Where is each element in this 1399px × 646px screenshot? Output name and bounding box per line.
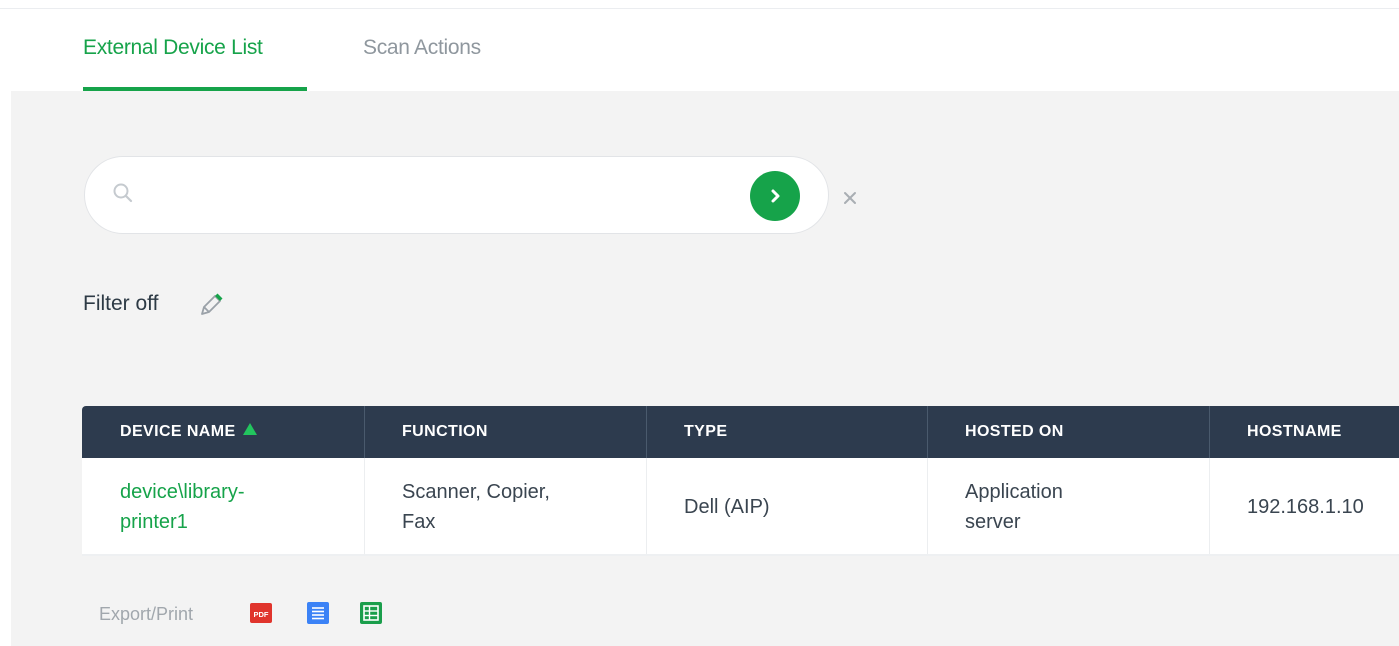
tab-external-device-list[interactable]: External Device List (83, 36, 263, 60)
csv-icon[interactable] (307, 602, 329, 624)
spreadsheet-icon[interactable] (360, 602, 382, 624)
search-icon (111, 181, 135, 205)
device-link[interactable]: device\library- (120, 477, 244, 507)
top-divider (0, 8, 1399, 9)
cell-hostname: 192.168.1.10 (1247, 496, 1364, 518)
search-submit-button[interactable] (750, 171, 800, 221)
table-header: DEVICE NAME FUNCTION TYPE HOSTED ON HOST… (82, 406, 1399, 458)
column-header-type[interactable]: TYPE (646, 406, 727, 458)
cell-hosted-on: Application server (965, 481, 1063, 533)
table-row[interactable]: device\library- printer1 Scanner, Copier… (82, 458, 1399, 556)
clear-search-icon[interactable] (843, 191, 857, 205)
cell-type: Dell (AIP) (684, 496, 770, 518)
pdf-icon[interactable]: PDF (250, 602, 272, 624)
pencil-icon[interactable] (196, 290, 226, 320)
sort-ascending-icon (242, 406, 258, 458)
device-table: DEVICE NAME FUNCTION TYPE HOSTED ON HOST… (82, 406, 1399, 556)
column-header-hostname[interactable]: HOSTNAME (1209, 406, 1342, 458)
cell-device-name: device\library- printer1 (82, 458, 364, 556)
pdf-icon-text: PDF (254, 610, 269, 619)
export-print-label: Export/Print (99, 604, 194, 624)
column-header-function[interactable]: FUNCTION (364, 406, 488, 458)
device-link[interactable]: printer1 (120, 507, 244, 537)
tab-scan-actions[interactable]: Scan Actions (363, 36, 481, 60)
column-header-hosted-on[interactable]: HOSTED ON (927, 406, 1064, 458)
chevron-right-icon (771, 189, 780, 203)
search-input[interactable] (149, 175, 739, 215)
row-divider (82, 554, 1399, 556)
main-panel: Filter off DEVICE NAME FUNCTION TYPE HOS… (11, 91, 1399, 646)
column-header-device-name[interactable]: DEVICE NAME (82, 406, 258, 458)
filter-status: Filter off (83, 292, 159, 315)
search-bar (84, 156, 829, 234)
cell-function: Scanner, Copier, Fax (402, 481, 550, 533)
